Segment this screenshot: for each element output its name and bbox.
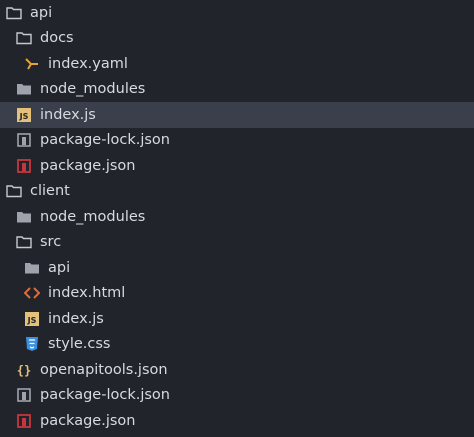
folder-open-icon (6, 5, 22, 21)
svg-text:{}: {} (17, 363, 31, 377)
tree-item-node-modules-folder[interactable]: node_modules (0, 77, 474, 103)
npm-icon (16, 158, 32, 174)
tree-item-label: index.html (48, 285, 126, 301)
tree-item-label: package.json (40, 157, 136, 174)
folder-open-icon (16, 234, 32, 250)
npm-lock-icon (16, 132, 32, 148)
tree-item-label: index.yaml (48, 55, 128, 72)
folder-closed-icon (16, 81, 32, 97)
js-icon: JS (16, 107, 32, 123)
tree-item-label: style.css (48, 336, 111, 352)
npm-icon (16, 413, 32, 429)
tree-item-label: api (30, 4, 53, 21)
svg-text:JS: JS (19, 112, 29, 121)
tree-item-index-yaml[interactable]: index.yaml (0, 51, 474, 77)
tree-item-label: openapitools.json (40, 361, 168, 378)
tree-item-label: package.json (40, 412, 136, 429)
tree-item-index-html[interactable]: index.html (0, 281, 474, 307)
file-explorer-tree: api docs index.yaml node_modules JS inde… (0, 0, 474, 437)
tree-item-src-folder[interactable]: src (0, 230, 474, 256)
tree-item-index-js-selected[interactable]: JS index.js (0, 102, 474, 128)
tree-item-client-folder[interactable]: client (0, 179, 474, 205)
css-icon (24, 336, 40, 352)
tree-item-api-subfolder[interactable]: api (0, 255, 474, 281)
npm-lock-icon (16, 387, 32, 403)
tree-item-label: src (40, 234, 62, 250)
tree-item-label: package-lock.json (40, 387, 170, 403)
svg-text:JS: JS (27, 316, 37, 325)
tree-item-label: docs (40, 30, 74, 46)
tree-item-label: client (30, 183, 70, 199)
tree-item-package-json[interactable]: package.json (0, 408, 474, 434)
tree-item-label: node_modules (40, 208, 146, 225)
tree-item-openapitools-json[interactable]: {} openapitools.json (0, 357, 474, 383)
tree-item-label: node_modules (40, 81, 146, 97)
yaml-icon (24, 56, 40, 72)
json-icon: {} (16, 362, 32, 378)
folder-closed-icon (24, 260, 40, 276)
tree-item-label: index.js (40, 106, 96, 123)
tree-item-label: api (48, 259, 71, 276)
tree-item-package-lock-json[interactable]: package-lock.json (0, 128, 474, 154)
tree-item-label: package-lock.json (40, 132, 170, 148)
js-icon: JS (24, 311, 40, 327)
tree-item-node-modules-folder[interactable]: node_modules (0, 204, 474, 230)
tree-item-label: index.js (48, 310, 104, 327)
folder-open-icon (6, 183, 22, 199)
html-icon (24, 285, 40, 301)
folder-open-icon (16, 30, 32, 46)
tree-item-package-lock-json[interactable]: package-lock.json (0, 383, 474, 409)
tree-item-package-json[interactable]: package.json (0, 153, 474, 179)
tree-item-index-js[interactable]: JS index.js (0, 306, 474, 332)
folder-closed-icon (16, 209, 32, 225)
tree-item-docs-folder[interactable]: docs (0, 26, 474, 52)
tree-item-style-css[interactable]: style.css (0, 332, 474, 358)
tree-item-api-folder[interactable]: api (0, 0, 474, 26)
